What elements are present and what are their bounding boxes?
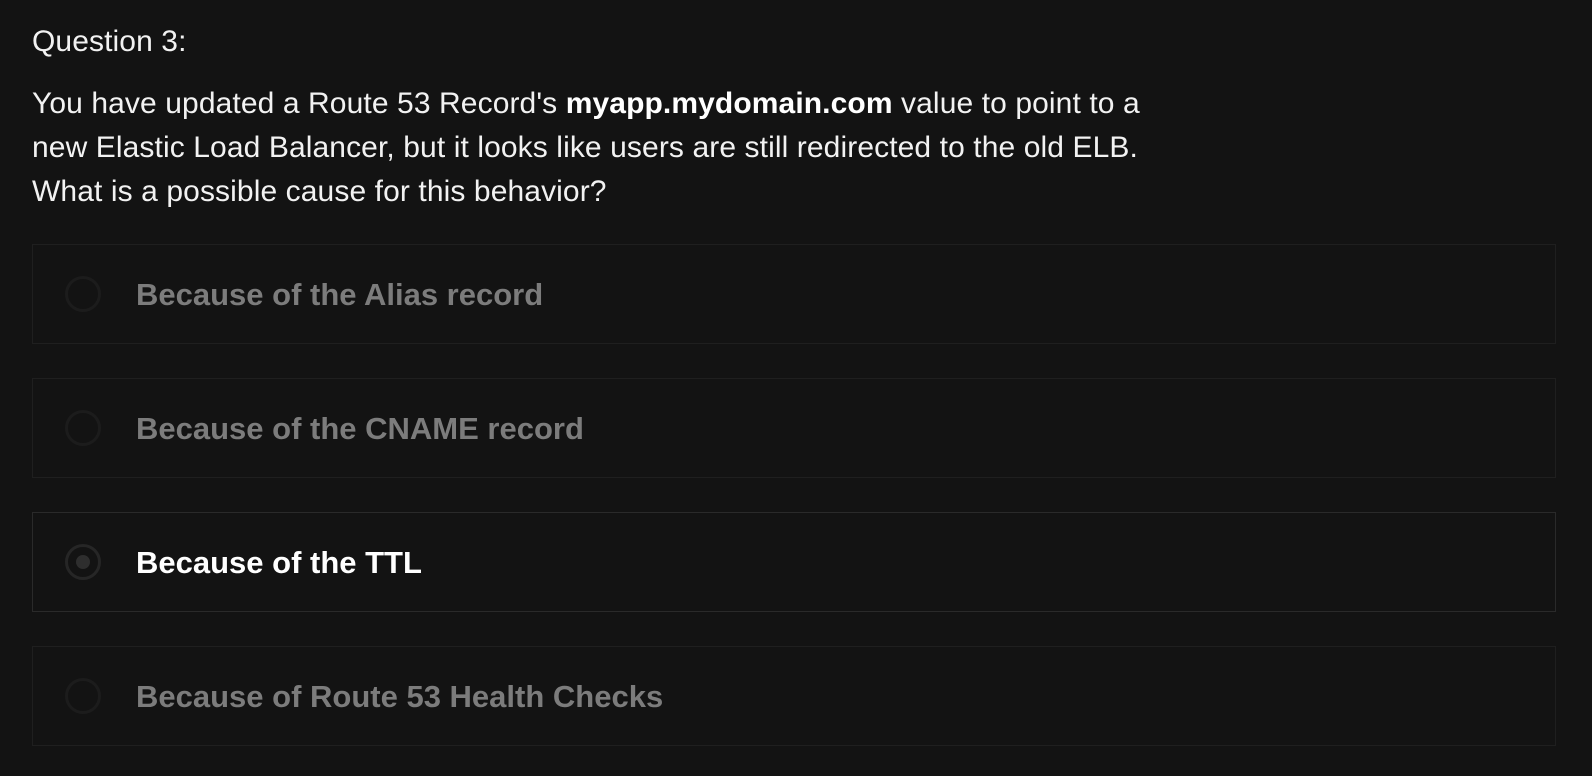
answer-option-4[interactable]: Because of Route 53 Health Checks [32,646,1556,746]
answer-option-1[interactable]: Because of the Alias record [32,244,1556,344]
radio-button-icon[interactable] [65,410,101,446]
question-text-after: value to point to a [892,87,1140,120]
radio-button-selected-icon[interactable] [65,544,101,580]
answer-option-3[interactable]: Because of the TTL [32,512,1556,612]
question-text-before: You have updated a Route 53 Record's [32,87,566,120]
answer-label: Because of the TTL [136,545,422,580]
question-text-line2: new Elastic Load Balancer, but it looks … [32,131,1138,164]
answer-option-2[interactable]: Because of the CNAME record [32,378,1556,478]
question-text-domain: myapp.mydomain.com [565,87,893,120]
question-text: You have updated a Route 53 Record's mya… [32,82,1262,214]
question-title: Question 3: [32,25,187,58]
radio-button-icon[interactable] [65,678,101,714]
quiz-page: Question 3: You have updated a Route 53 … [0,0,1592,776]
answer-label: Because of Route 53 Health Checks [136,679,664,714]
answer-label: Because of the CNAME record [136,411,584,446]
answer-label: Because of the Alias record [136,277,544,312]
radio-button-icon[interactable] [65,276,101,312]
question-text-line3: What is a possible cause for this behavi… [32,175,607,208]
